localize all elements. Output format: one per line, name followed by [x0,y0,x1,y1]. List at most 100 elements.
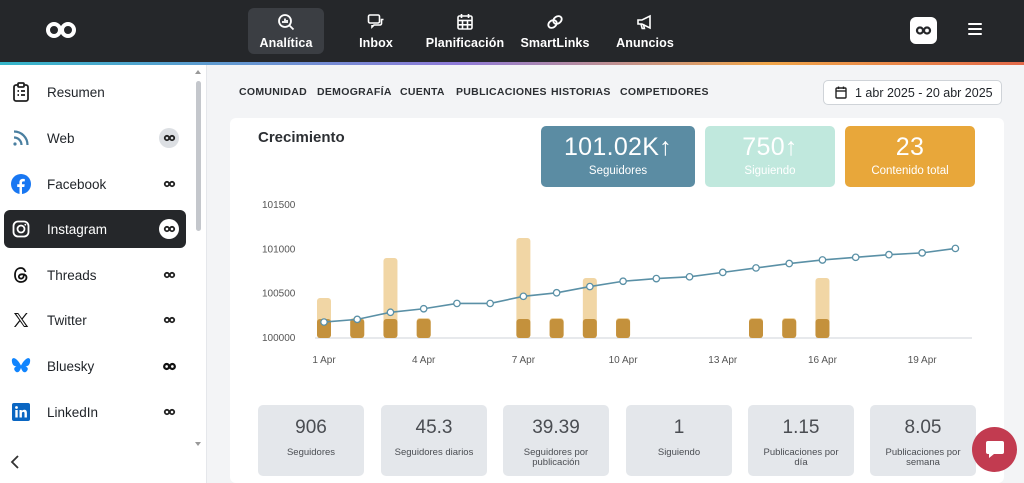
followers-point [353,315,362,324]
followers-point [419,304,428,313]
followers-point [851,253,860,262]
stat-value: 8.05 [904,417,942,438]
followers-point [785,259,794,268]
nav-ads-label: Anuncios [616,35,674,50]
y-tick-label: 101000 [262,244,296,255]
connected-badge-icon [159,219,179,239]
y-tick-label: 100000 [262,333,296,344]
sidebar-item-label: Instagram [47,221,108,237]
sidebar-item-label: Bluesky [47,358,95,374]
tab-comunidad[interactable]: COMUNIDAD [239,86,307,98]
chat-support-button[interactable] [972,427,1017,472]
sidebar-item-facebook[interactable]: Facebook [4,165,186,203]
rss-icon [11,128,31,148]
sidebar-item-bluesky[interactable]: Bluesky [4,347,186,385]
followers-point [552,288,561,297]
stat-label: Publicaciones por semana [885,447,961,468]
collapse-sidebar-icon[interactable] [10,455,20,474]
account-button[interactable] [910,17,937,44]
followers-point [951,244,960,253]
stat-card: 1.15 Publicaciones por día [748,405,854,476]
followers-point [752,264,760,272]
stat-label: Seguidores diarios [394,447,474,458]
following-metric-label: Siguiendo [744,165,796,177]
date-range-text: 1 abr 2025 - 20 abr 2025 [855,85,993,100]
sidebar-item-threads[interactable]: Threads [4,256,186,294]
facebook-icon [11,174,31,194]
tab-publicaciones[interactable]: PUBLICACIONES [456,86,547,98]
arrow-up-icon: ↑ [784,133,798,161]
bar-posts-dark [815,319,830,338]
bar-posts-dark [416,319,431,338]
nav-planning-label: Planificación [425,35,505,50]
connected-badge-icon [159,174,179,194]
stat-card: 906 Seguidores [258,405,364,476]
app-logo-icon[interactable] [44,18,78,42]
followers-point [918,249,927,257]
bar-posts-dark [516,319,531,338]
followers-metric-card: 101.02K↑ Seguidores [541,126,695,187]
sidebar-scroll-thumb[interactable] [196,81,201,231]
sidebar-item-linkedin[interactable]: LinkedIn [4,393,186,431]
x-tick-label: 1 Apr [312,355,336,366]
tab-cuenta[interactable]: CUENTA [400,86,445,98]
date-range-picker[interactable]: 1 abr 2025 - 20 abr 2025 [823,80,1002,105]
nav-inbox[interactable]: Inbox [331,8,421,54]
bar-posts-dark [549,319,564,338]
sidebar-item-web[interactable]: Web [4,119,186,157]
hamburger-menu-icon[interactable] [968,23,982,36]
stat-value: 45.3 [415,417,453,438]
sidebar-item-label: LinkedIn [47,404,99,420]
stat-card: 1 Siguiendo [626,405,732,476]
arrow-up-icon: ↑ [659,133,673,161]
bar-posts-dark [782,319,797,338]
megaphone-icon [637,14,651,29]
link-icon [547,14,563,29]
sidebar: Resumen Web Facebook Instagram Threads T… [0,65,207,483]
following-metric-value: 750↑ [742,133,798,161]
followers-metric-label: Seguidores [588,165,648,177]
nav-ads[interactable]: Anuncios [600,8,690,54]
tab-demografia[interactable]: DEMOGRAFÍA [317,86,392,98]
linkedin-icon [11,402,31,422]
instagram-icon [11,219,31,239]
sidebar-item-label: Facebook [47,176,107,192]
x-tick-label: 10 Apr [609,355,639,366]
sidebar-item-label: Resumen [47,84,105,100]
sidebar-item-instagram[interactable]: Instagram [4,210,186,248]
stat-label: Siguiendo [657,447,701,458]
calendar-icon [835,86,847,99]
growth-chart: 101500 101000 100500 100000 1 Apr 4 Apr 7 Apr 1… [262,200,972,366]
followers-point [718,268,727,277]
connected-badge-icon [159,310,179,330]
x-tick-label: 16 Apr [808,355,838,366]
stat-label: Seguidores por publicación [523,447,589,468]
chat-bubble-icon [985,440,1004,458]
y-tick-label: 100500 [262,289,296,300]
tab-historias[interactable]: HISTORIAS [551,86,611,98]
stat-value: 1 [673,417,685,438]
growth-title: Crecimiento [258,129,345,146]
content-metric-card: 23 Contenido total [845,126,975,187]
sidebar-item-twitter[interactable]: Twitter [4,301,186,339]
connected-badge-icon [159,128,179,148]
bar-posts-dark [749,319,763,338]
followers-point [652,274,661,283]
tab-competidores[interactable]: COMPETIDORES [620,86,709,98]
bar-posts-dark [582,319,597,338]
connected-badge-icon [159,356,179,376]
y-tick-label: 101500 [262,200,296,211]
followers-point [585,282,594,291]
followers-point [486,299,495,308]
brand-logo-icon [915,26,932,35]
sidebar-item-resumen[interactable]: Resumen [4,73,186,111]
x-tick-label: 4 Apr [412,355,436,366]
x-tick-label: 13 Apr [708,355,738,366]
calendar-icon [457,13,473,30]
stat-value: 39.39 [532,417,580,438]
stat-card: 45.3 Seguidores diarios [381,405,487,476]
stat-value: 906 [295,417,327,438]
nav-planning[interactable]: Planificación [420,8,510,54]
nav-smartlinks[interactable]: SmartLinks [510,8,600,54]
nav-analytics[interactable]: Analítica [248,8,324,54]
